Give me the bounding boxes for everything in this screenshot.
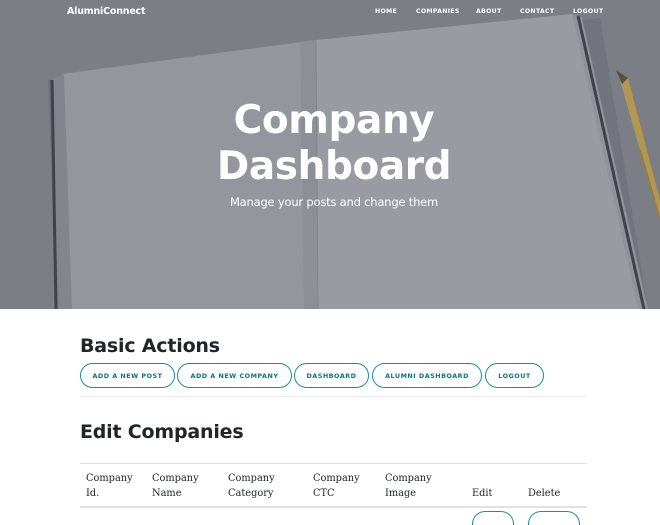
navbar: AlumniConnect HOME COMPANIES ABOUT CONTA… (0, 0, 660, 24)
logout-button[interactable]: LOGOUT (485, 363, 544, 388)
nav-link-home[interactable]: HOME (375, 8, 397, 15)
page-title-line2: Dashboard (216, 144, 452, 189)
column-header-delete: Delete (528, 488, 561, 499)
column-header-edit: Edit (472, 488, 493, 499)
section-divider (80, 396, 587, 397)
hero-header: AlumniConnect HOME COMPANIES ABOUT CONTA… (0, 0, 660, 309)
table-header-divider (80, 506, 587, 508)
dashboard-button[interactable]: DASHBOARD (294, 363, 369, 388)
edit-companies-heading: Edit Companies (80, 421, 244, 443)
basic-actions-heading: Basic Actions (80, 335, 220, 357)
companies-table: Company Id. Company Name Company Categor… (80, 463, 587, 525)
nav-link-contact[interactable]: CONTACT (520, 8, 554, 15)
column-header-company-ctc: Company CTC (313, 473, 360, 499)
page-title-line1: Company (233, 98, 435, 143)
row-delete-button[interactable] (528, 511, 580, 525)
nav-link-logout[interactable]: LOGOUT (573, 8, 603, 15)
column-header-company-category: Company Category (228, 473, 275, 499)
column-header-company-id: Company Id. (86, 473, 133, 499)
column-header-company-name: Company Name (152, 473, 199, 499)
add-new-post-button[interactable]: ADD A NEW POST (80, 363, 175, 388)
page-title: Company Dashboard (0, 98, 660, 190)
page-subtitle: Manage your posts and change them (229, 195, 439, 209)
nav-link-about[interactable]: ABOUT (476, 8, 502, 15)
row-edit-button[interactable] (472, 511, 514, 525)
alumni-dashboard-button[interactable]: ALUMNI DASHBOARD (372, 363, 482, 388)
add-new-company-button[interactable]: ADD A NEW COMPANY (177, 363, 292, 388)
nav-link-companies[interactable]: COMPANIES (416, 8, 460, 15)
brand-logo[interactable]: AlumniConnect (67, 6, 146, 17)
column-header-company-image: Company Image (385, 473, 432, 499)
